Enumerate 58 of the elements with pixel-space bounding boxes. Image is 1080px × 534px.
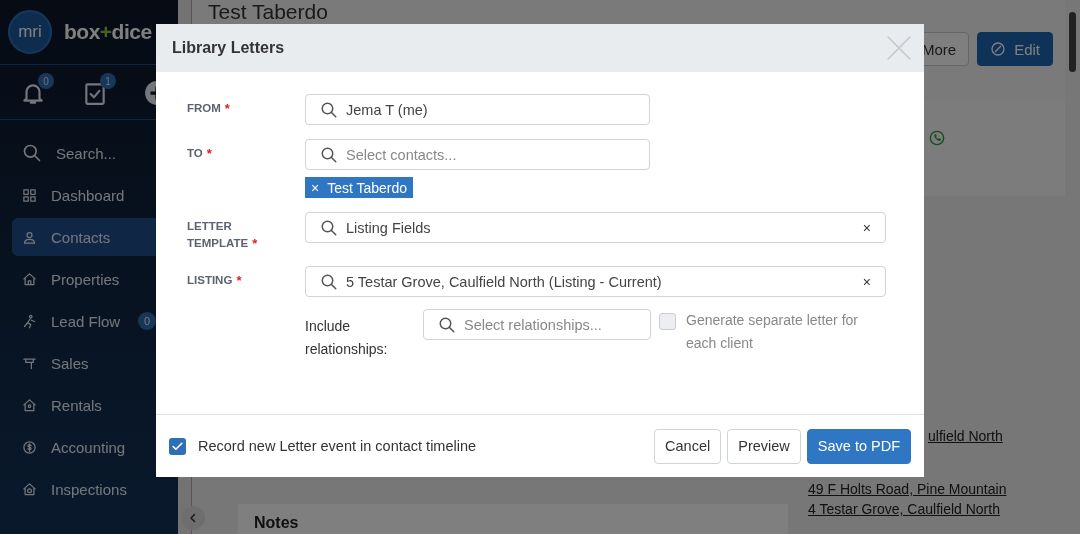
count-badge: 0 [38, 73, 54, 89]
dialog-button[interactable]: Save to PDF [806, 428, 911, 464]
search-field[interactable]: 5 Testar Grove, Caulfield North (Listing - Current) × [305, 266, 886, 297]
dialog-title: Library Letters [172, 39, 285, 57]
runner-icon [22, 313, 37, 329]
count-badge: 1 [100, 73, 116, 89]
action-button[interactable]: Edit [977, 32, 1053, 66]
sidebar-item[interactable]: Lead Flow 0 [12, 302, 178, 340]
person-icon [22, 229, 37, 245]
page-title: Test Taberdo [208, 0, 328, 24]
dialog-button[interactable]: Cancel [654, 428, 722, 464]
sidebar-item[interactable]: Inspections [12, 470, 178, 508]
search-icon [22, 143, 42, 163]
field-label: LETTER TEMPLATE * [187, 219, 259, 252]
search-icon [438, 315, 456, 334]
house-icon [22, 397, 37, 413]
search-field[interactable]: Jema T (me) [305, 94, 650, 125]
checkbox-label: Record new Letter event in contact timeline [198, 438, 478, 454]
dialog-button[interactable]: Preview [727, 428, 801, 464]
phone-icon [929, 130, 945, 146]
field-label: LISTING * [187, 272, 243, 290]
logo-badge: mri [8, 10, 52, 54]
scrollbar-thumb[interactable] [1069, 12, 1076, 72]
search-field[interactable]: Listing Fields × [305, 212, 886, 243]
address-link[interactable]: 49 F Holts Road, Pine Mountain [808, 481, 1065, 497]
clear-button[interactable]: × [862, 273, 871, 290]
brand-name: box+dice [64, 20, 152, 44]
search-field[interactable]: Select contacts... [305, 139, 650, 170]
sign-icon [22, 355, 37, 371]
remove-button[interactable]: × [311, 179, 320, 196]
house-icon [22, 271, 37, 287]
clear-button[interactable]: × [862, 219, 871, 236]
sidebar-item[interactable]: Properties [12, 260, 178, 298]
address-link[interactable]: 4 Testar Grove, Caulfield North [808, 501, 1065, 517]
notes-heading: Notes [238, 504, 788, 534]
sidebar-search[interactable]: Search... [12, 134, 178, 172]
checkbox-label: Generate separate letter for each client [686, 311, 859, 353]
check-icon [171, 439, 184, 453]
grid-icon [22, 187, 37, 203]
sidebar-item[interactable]: Accounting [12, 428, 178, 466]
search-icon [320, 218, 338, 237]
field-label: TO * [187, 145, 213, 163]
contact-tag: × Test Taberdo [305, 177, 414, 198]
circle-slash-icon [990, 41, 1007, 57]
house-icon [22, 481, 37, 497]
sidebar-item[interactable]: Dashboard [12, 176, 178, 214]
field-label: Include relationships: [305, 317, 389, 359]
dollar-icon [22, 439, 37, 455]
search-icon [320, 145, 338, 164]
count-badge: 0 [138, 312, 156, 330]
checkbox[interactable] [169, 437, 186, 455]
search-field[interactable]: Select relationships... [423, 309, 651, 340]
sidebar-item[interactable]: Sales [12, 344, 178, 382]
field-label: FROM * [187, 100, 231, 118]
close-icon[interactable] [886, 35, 912, 61]
search-icon [320, 100, 338, 119]
search-icon [320, 272, 338, 291]
sidebar-item[interactable]: Rentals [12, 386, 178, 424]
